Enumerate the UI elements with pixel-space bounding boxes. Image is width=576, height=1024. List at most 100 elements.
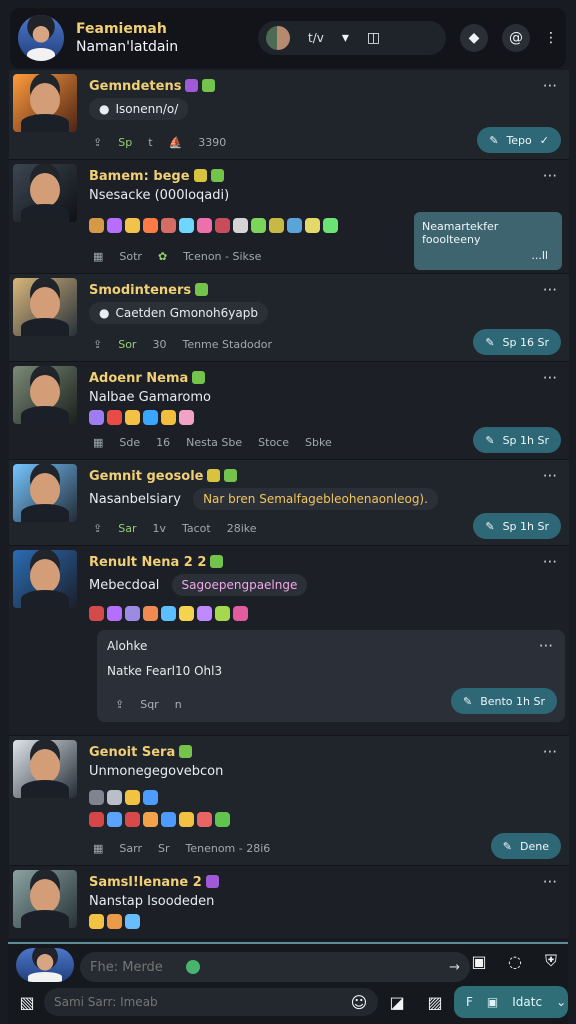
- chevron-down-icon: ⌄: [556, 995, 567, 1009]
- post-subtitle: Nsesacke (000loqadi): [89, 188, 230, 203]
- small-avatar: [266, 26, 290, 50]
- nested-action-button[interactable]: ✎ Bento 1h Sr: [450, 688, 557, 714]
- post-meta: ▦ Sotr ✿ Tcenon - Sikse: [93, 250, 262, 263]
- feed-post: Gemndetens ● Isonenn/o/ ⇪ Sp t ⛵ 3390 ✎ Tepo ✓ …: [9, 70, 569, 160]
- top-user-info: Feamiemah Naman'latdain: [76, 20, 178, 56]
- post-action-button[interactable]: ✎ Sp 16 Sr: [473, 329, 561, 355]
- sticker-icon[interactable]: ☺: [350, 993, 368, 1012]
- share-icon[interactable]: ⇪: [93, 522, 102, 535]
- post-thumbnail[interactable]: [13, 164, 77, 222]
- post-action-button[interactable]: ✎ Sp 1h Sr: [473, 513, 561, 539]
- gift-icon[interactable]: ◪: [388, 993, 406, 1012]
- shield-icon[interactable]: ⛨: [542, 951, 560, 970]
- feed-post: Gemnit geosole Nasanbelsiary Nar bren Se…: [9, 460, 569, 546]
- feed-post: Bamem: bege Nsesacke (000loqadi) ▦ Sotr ✿ T…: [9, 160, 569, 274]
- post-chip[interactable]: Nasanbelsiary Nar bren Semalfagebleohena…: [89, 488, 438, 510]
- checkmark-icon: ✓: [539, 133, 549, 147]
- mention-icon[interactable]: @: [502, 24, 530, 52]
- post-meta: ⇪ Sor 30 Tenme Stadodor: [93, 338, 273, 351]
- emoji-row: [89, 410, 194, 425]
- photo-icon[interactable]: ▧: [18, 993, 36, 1012]
- post-chip[interactable]: ● Isonenn/o/: [89, 98, 189, 120]
- message-composer[interactable]: →: [80, 952, 470, 982]
- post-thumbnail[interactable]: [13, 74, 77, 132]
- more-icon[interactable]: ···: [543, 467, 557, 485]
- more-icon[interactable]: ···: [543, 369, 557, 387]
- nested-title: Alohke: [107, 639, 148, 653]
- post-title: Bamem: bege: [89, 169, 224, 184]
- badge-icon: [207, 469, 221, 482]
- post-title: Samsl!lenane 2: [89, 875, 219, 890]
- more-icon[interactable]: ···: [539, 637, 553, 655]
- edit-icon: ✎: [502, 839, 513, 853]
- share-icon[interactable]: ⇪: [93, 136, 102, 149]
- emoji-row: [89, 606, 248, 621]
- post-thumbnail[interactable]: [13, 550, 77, 608]
- post-thumbnail[interactable]: [13, 740, 77, 798]
- badge-icon: [192, 371, 206, 384]
- top-status-pill[interactable]: t/v ▾ ◫: [258, 21, 446, 55]
- post-title: Smodinteners: [89, 283, 209, 298]
- post-action-button[interactable]: ✎ Tepo ✓: [477, 127, 561, 153]
- photo-library-icon[interactable]: ▨: [426, 993, 444, 1012]
- post-thumbnail[interactable]: [13, 870, 77, 928]
- post-chip[interactable]: ● Caetden Gmonoh6yapb: [89, 302, 268, 324]
- nested-subtitle: Natke Fearl10 Ohl3: [107, 664, 223, 678]
- send-button[interactable]: F ▣ Idatc ⌄: [454, 986, 568, 1018]
- compass-icon[interactable]: ◌: [506, 952, 524, 971]
- feed-list: Gemndetens ● Isonenn/o/ ⇪ Sp t ⛵ 3390 ✎ Tepo ✓ …: [9, 70, 569, 940]
- top-status: t/v: [308, 31, 324, 45]
- top-user-name: Feamiemah: [76, 21, 167, 37]
- format-icon: F: [466, 995, 473, 1009]
- feed-post: Smodinteners ● Caetden Gmonoh6yapb ⇪ Sor 30…: [9, 274, 569, 362]
- post-thumbnail[interactable]: [13, 464, 77, 522]
- share-icon[interactable]: ⇪: [93, 338, 102, 351]
- share-icon[interactable]: ⇪: [115, 698, 124, 711]
- edit-icon: ✎: [462, 694, 473, 708]
- bottom-toolbar: ▧ ☺ ◪ ▨ F▣Idatc⌄: [8, 986, 568, 1018]
- more-icon[interactable]: ···: [543, 743, 557, 761]
- profile-avatar[interactable]: [18, 15, 64, 61]
- top-tools: t/v ▾ ◫ ◆ @ ⋮: [258, 21, 558, 55]
- badge-icon: [179, 745, 193, 758]
- app-window: Feamiemah Naman'latdain t/v ▾ ◫ ◆ @ ⋮ Ge…: [0, 0, 576, 1024]
- bottom-bar: → ▣ ◌ ⛨ ▧ ☺ ◪ ▨ F▣Idatc⌄: [8, 942, 568, 1024]
- post-chip[interactable]: Mebecdoal Sagoepengpaelnge: [89, 574, 308, 596]
- message-input[interactable]: [90, 959, 180, 975]
- badge-icon: [185, 79, 199, 92]
- chat-icon[interactable]: ◫: [367, 30, 380, 46]
- chevron-down-icon[interactable]: ▾: [342, 30, 349, 46]
- post-thumbnail[interactable]: [13, 278, 77, 336]
- send-arrow-icon[interactable]: →: [449, 960, 460, 975]
- more-icon[interactable]: ···: [543, 77, 557, 95]
- grid-icon: ▦: [93, 842, 104, 855]
- top-user-subtitle: Naman'latdain: [76, 39, 179, 55]
- post-action-button[interactable]: ✎ Dene: [490, 833, 561, 859]
- search-field[interactable]: [44, 988, 378, 1016]
- search-input[interactable]: [54, 995, 368, 1009]
- post-thumbnail[interactable]: [13, 366, 77, 424]
- badge-icon: [224, 469, 238, 482]
- post-meta: ▦ Sde 16 Nesta Sbe Stoce Sbke: [93, 436, 332, 449]
- globe-icon: ●: [99, 102, 110, 116]
- edit-icon: ✎: [485, 519, 495, 533]
- tag-icon[interactable]: ◆: [460, 24, 488, 52]
- emoji-row: [89, 790, 158, 805]
- feed-post: Adoenr Nema Nalbae Gamaromo ▦ Sde 16 Nesta …: [9, 362, 569, 460]
- post-action-button[interactable]: ✎ Sp 1h Sr: [473, 427, 561, 453]
- post-title: Adoenr Nema: [89, 371, 206, 386]
- more-icon[interactable]: ···: [543, 167, 557, 185]
- feed-post: Samsl!lenane 2 Nanstap Isoodeden ···: [9, 866, 569, 940]
- post-title: Gemndetens: [89, 79, 216, 94]
- more-icon[interactable]: ···: [543, 553, 557, 571]
- more-icon[interactable]: ···: [543, 281, 557, 299]
- composer-actions: ▣ ◌ ⛨: [470, 951, 560, 971]
- more-icon[interactable]: ···: [543, 873, 557, 891]
- badge-icon: [202, 79, 216, 92]
- current-user-avatar[interactable]: [16, 948, 74, 982]
- edit-icon: ✎: [485, 335, 495, 349]
- badge-icon: [193, 169, 207, 182]
- side-card[interactable]: Neamartekfer fooolteeny ...ll: [414, 212, 562, 270]
- more-vertical-icon[interactable]: ⋮: [544, 30, 558, 46]
- image-icon[interactable]: ▣: [470, 952, 488, 971]
